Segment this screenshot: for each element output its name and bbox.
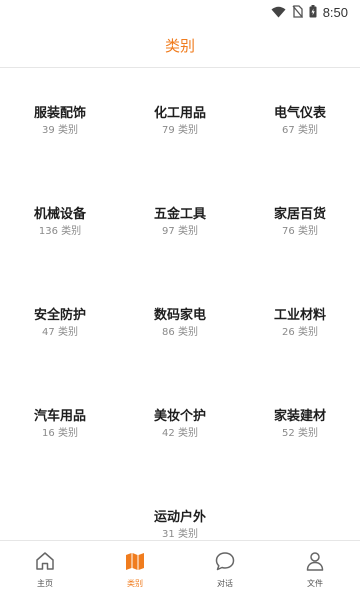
category-count: 97 类别 (162, 226, 198, 237)
tab-categories[interactable]: 类别 (90, 541, 180, 600)
category-name: 五金工具 (153, 207, 206, 222)
category-item-beauty[interactable]: 美妆个护 42 类别 (120, 408, 240, 440)
category-name: 汽车用品 (33, 409, 86, 424)
category-item-machinery[interactable]: 机械设备 136 类别 (0, 206, 120, 238)
category-item-chemicals[interactable]: 化工用品 79 类别 (120, 105, 240, 137)
tab-label: 文件 (307, 579, 323, 588)
category-count: 31 类别 (162, 529, 198, 540)
category-name: 化工用品 (153, 106, 206, 121)
category-count: 47 类别 (42, 327, 78, 338)
category-item-automotive[interactable]: 汽车用品 16 类别 (0, 408, 120, 440)
tab-home[interactable]: 主页 (0, 541, 90, 600)
tab-chat[interactable]: 对话 (180, 541, 270, 600)
category-count: 16 类别 (42, 428, 78, 439)
bottom-tab-bar: 主页 类别 对话 文件 (0, 540, 360, 600)
status-bar: 8:50 (0, 0, 360, 24)
app-header: 类别 (0, 24, 360, 68)
chat-icon (215, 552, 235, 571)
category-name: 服装配饰 (33, 106, 86, 121)
category-item-clothing[interactable]: 服装配饰 39 类别 (0, 105, 120, 137)
no-sim-icon (292, 3, 303, 22)
battery-icon (309, 3, 317, 22)
category-item-hardware[interactable]: 五金工具 97 类别 (120, 206, 240, 238)
wifi-icon (271, 3, 286, 22)
category-item-outdoor[interactable]: 运动户外 31 类别 (120, 509, 240, 540)
category-count: 79 类别 (162, 125, 198, 136)
map-icon (126, 553, 144, 570)
category-name: 数码家电 (153, 308, 206, 323)
category-name: 安全防护 (33, 308, 86, 323)
tab-label: 主页 (37, 579, 53, 588)
category-item-safety[interactable]: 安全防护 47 类别 (0, 307, 120, 339)
tab-label: 对话 (217, 579, 233, 588)
tab-profile[interactable]: 文件 (270, 541, 360, 600)
category-name: 家装建材 (273, 409, 326, 424)
category-name: 美妆个护 (153, 409, 206, 424)
tab-label: 类别 (127, 579, 143, 588)
status-time: 8:50 (322, 5, 348, 20)
home-icon (36, 552, 54, 570)
category-count: 26 类别 (282, 327, 318, 338)
category-name: 电气仪表 (273, 106, 326, 121)
category-count: 86 类别 (162, 327, 198, 338)
status-icons: 8:50 (271, 3, 348, 22)
category-name: 运动户外 (153, 510, 206, 525)
category-item-electrical[interactable]: 电气仪表 67 类别 (240, 105, 360, 137)
category-item-building-materials[interactable]: 家装建材 52 类别 (240, 408, 360, 440)
category-count: 42 类别 (162, 428, 198, 439)
category-name: 机械设备 (33, 207, 86, 222)
category-name: 工业材料 (273, 308, 326, 323)
category-count: 39 类别 (42, 125, 78, 136)
category-item-digital[interactable]: 数码家电 86 类别 (120, 307, 240, 339)
category-grid: 服装配饰 39 类别 化工用品 79 类别 电气仪表 67 类别 机械设备 13… (0, 68, 360, 540)
category-count: 76 类别 (282, 226, 318, 237)
category-count: 52 类别 (282, 428, 318, 439)
category-item-industrial-materials[interactable]: 工业材料 26 类别 (240, 307, 360, 339)
user-icon (306, 552, 324, 571)
page-title: 类别 (164, 37, 195, 55)
category-count: 136 类别 (38, 226, 82, 237)
category-name: 家居百货 (273, 207, 326, 222)
category-count: 67 类别 (282, 125, 318, 136)
category-item-home-goods[interactable]: 家居百货 76 类别 (240, 206, 360, 238)
